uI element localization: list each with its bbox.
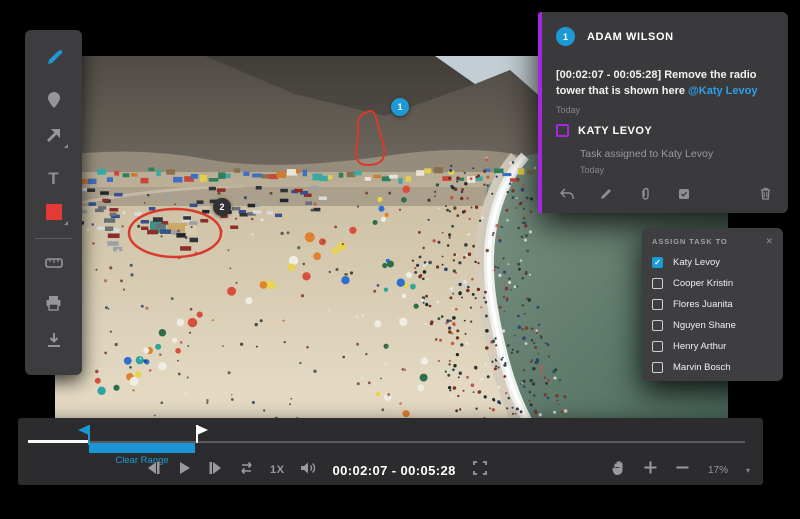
member-row-henry-arthur[interactable]: Henry Arthur (652, 336, 773, 357)
text-tool-button[interactable]: T (43, 167, 65, 189)
text-tool-icon: T (48, 170, 58, 187)
range-end-flag[interactable] (194, 424, 210, 446)
member-checkbox[interactable] (652, 299, 663, 310)
member-checkbox[interactable] (652, 320, 663, 331)
reply-button[interactable] (560, 189, 574, 203)
comment-badge: 1 (556, 27, 575, 46)
attach-button[interactable] (638, 189, 652, 203)
chevron-down-icon[interactable]: ▾ (746, 466, 750, 475)
member-name: Marvin Bosch (673, 362, 731, 373)
pin-icon (46, 91, 62, 109)
task-user-name: KATY LEVOY (578, 125, 652, 137)
edit-button[interactable] (599, 189, 613, 203)
fullscreen-icon (473, 461, 487, 480)
volume-button[interactable] (301, 463, 315, 477)
delete-button[interactable] (758, 189, 772, 203)
prev-frame-icon (146, 461, 161, 480)
member-row-flores-juanita[interactable]: Flores Juanita (652, 294, 773, 315)
annotation-badge-1[interactable]: 1 (391, 98, 409, 116)
paperclip-icon (640, 187, 651, 205)
zoom-in-button[interactable] (644, 463, 658, 477)
prev-frame-button[interactable] (146, 463, 160, 477)
time-range-display: 00:02:07 - 00:05:28 (332, 463, 455, 478)
submenu-tick-icon (64, 221, 68, 225)
trash-icon (760, 187, 771, 205)
play-button[interactable] (177, 463, 191, 477)
plus-icon (643, 460, 658, 480)
member-checkbox[interactable] (652, 362, 663, 373)
comment-panel: 1 ADAM WILSON [00:02:07 - 00:05:28] Remo… (538, 12, 788, 213)
pin-tool-button[interactable] (43, 89, 65, 111)
comment-time-range: [00:02:07 - 00:05:28] (556, 69, 661, 81)
reply-icon (560, 187, 574, 205)
arrow-icon (45, 127, 62, 144)
check-square-icon (678, 187, 690, 205)
next-frame-button[interactable] (208, 463, 222, 477)
loop-icon (238, 461, 255, 480)
task-checkbox[interactable] (556, 124, 569, 137)
member-checkbox[interactable] (652, 278, 663, 289)
member-name: Nguyen Shane (673, 320, 736, 331)
speaker-icon (300, 461, 316, 480)
member-checkbox[interactable] (652, 341, 663, 352)
member-checkbox[interactable] (652, 257, 663, 268)
member-row-cooper-kristin[interactable]: Cooper Kristin (652, 273, 773, 294)
download-tool-button[interactable] (43, 329, 65, 351)
toolbar-divider (35, 238, 72, 239)
next-frame-icon (208, 461, 223, 480)
member-list: Katy Levoy Cooper Kristin Flores Juanita… (652, 252, 773, 378)
member-name: Henry Arthur (673, 341, 726, 352)
comment-author: ADAM WILSON (587, 31, 674, 43)
submenu-tick-icon (64, 144, 68, 148)
comment-mention-link[interactable]: @Katy Levoy (688, 85, 757, 97)
rectangle-icon (46, 204, 62, 220)
member-name: Katy Levoy (673, 257, 720, 268)
hand-icon (611, 460, 626, 481)
zoom-out-button[interactable] (676, 463, 690, 477)
app-stage: 1 2 T (0, 0, 800, 519)
ruler-icon (45, 257, 63, 269)
assign-task-panel: ASSIGN TASK TO ✕ Katy Levoy Cooper Krist… (642, 228, 783, 381)
minus-icon (675, 460, 690, 480)
comment-date: Today (556, 105, 580, 115)
annotation-toolbar: T (25, 30, 82, 375)
annotation-badge-2[interactable]: 2 (213, 198, 231, 216)
member-name: Cooper Kristin (673, 278, 733, 289)
assign-panel-title: ASSIGN TASK TO (652, 237, 728, 246)
task-assignment-text: Task assigned to Katy Levoy (580, 148, 713, 160)
pencil-icon (600, 187, 612, 205)
pencil-tool-button[interactable] (43, 47, 65, 69)
member-row-marvin-bosch[interactable]: Marvin Bosch (652, 357, 773, 378)
pencil-icon (45, 49, 63, 67)
arrow-tool-button[interactable] (43, 124, 65, 146)
member-name: Flores Juanita (673, 299, 733, 310)
loop-button[interactable] (239, 463, 253, 477)
print-tool-button[interactable] (43, 292, 65, 314)
zoom-percent[interactable]: 17% (708, 465, 728, 476)
rectangle-tool-button[interactable] (43, 201, 65, 223)
ruler-tool-button[interactable] (43, 252, 65, 274)
timeline-range-selection[interactable] (89, 443, 195, 453)
resolve-button[interactable] (677, 189, 691, 203)
play-icon (178, 461, 191, 480)
close-icon[interactable]: ✕ (765, 237, 773, 246)
playback-speed[interactable]: 1X (270, 464, 284, 476)
member-row-nguyen-shane[interactable]: Nguyen Shane (652, 315, 773, 336)
pan-button[interactable] (612, 463, 626, 477)
download-icon (46, 332, 62, 349)
comment-body: [00:02:07 - 00:05:28] Remove the radio t… (556, 67, 778, 99)
member-row-katy-levoy[interactable]: Katy Levoy (652, 252, 773, 273)
fullscreen-button[interactable] (473, 463, 487, 477)
printer-icon (45, 295, 62, 311)
task-date: Today (580, 165, 604, 175)
player-bar: Clear Range 1X 00:02:07 - 00:05:28 17% ▾ (18, 418, 763, 485)
range-start-flag[interactable] (76, 424, 92, 446)
